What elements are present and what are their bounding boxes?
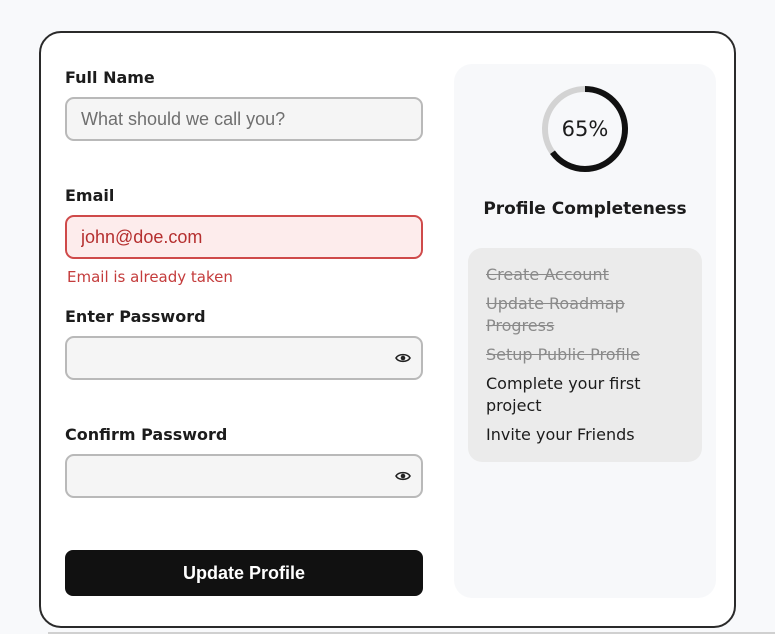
profile-completeness-panel: 65% Profile Completeness Create Account … — [454, 64, 716, 598]
password-input[interactable] — [67, 338, 421, 378]
confirm-password-input[interactable] — [67, 456, 421, 496]
confirm-password-field[interactable] — [65, 454, 423, 498]
password-field[interactable] — [65, 336, 423, 380]
checklist-item: Complete your first project — [486, 374, 641, 415]
email-error-message: Email is already taken — [67, 268, 233, 286]
confirm-password-label: Confirm Password — [65, 425, 228, 444]
checklist-item: Update Roadmap Progress — [486, 294, 625, 335]
eye-icon[interactable] — [395, 470, 411, 482]
full-name-input[interactable] — [67, 99, 421, 139]
eye-icon[interactable] — [395, 352, 411, 364]
full-name-field[interactable] — [65, 97, 423, 141]
profile-card: Full Name Email Email is already taken E… — [39, 31, 736, 628]
password-label: Enter Password — [65, 307, 206, 326]
completeness-percent: 65% — [561, 117, 609, 141]
checklist-item: Setup Public Profile — [486, 345, 640, 364]
update-profile-button[interactable]: Update Profile — [65, 550, 423, 596]
checklist-item: Create Account — [486, 265, 609, 284]
checklist-item: Invite your Friends — [486, 425, 635, 444]
completeness-title: Profile Completeness — [483, 199, 687, 219]
email-input[interactable] — [67, 217, 421, 257]
completeness-checklist: Create Account Update Roadmap Progress S… — [468, 248, 702, 462]
full-name-label: Full Name — [65, 68, 155, 87]
email-field[interactable] — [65, 215, 423, 259]
email-label: Email — [65, 186, 115, 205]
